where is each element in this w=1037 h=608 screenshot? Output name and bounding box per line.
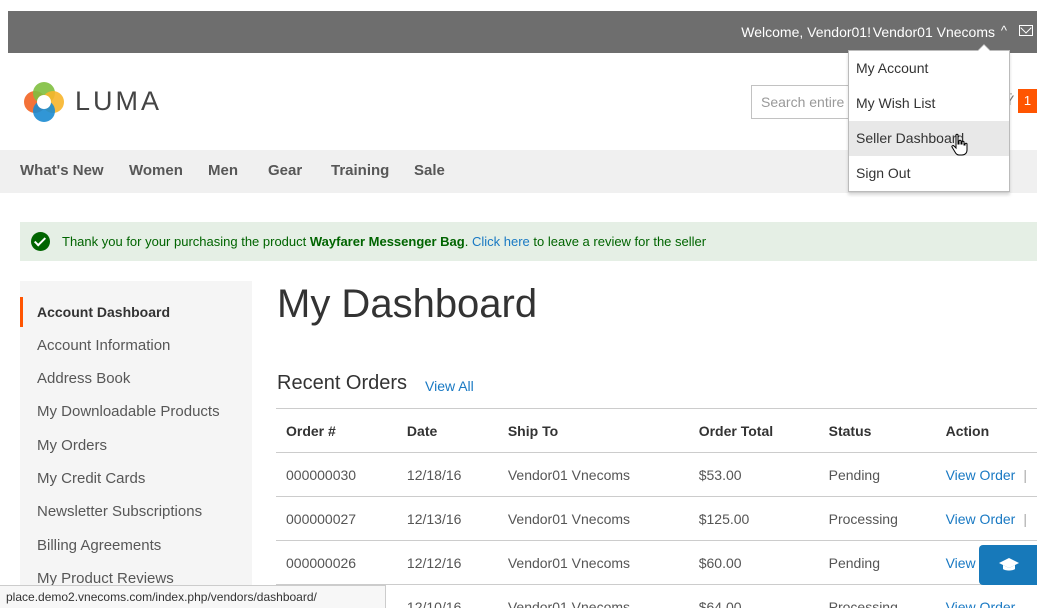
sidebar-item-newsletter[interactable]: Newsletter Subscriptions (37, 503, 202, 520)
sidebar-item-address-book[interactable]: Address Book (37, 370, 130, 387)
review-link[interactable]: Click here (472, 234, 530, 249)
order-date: 12/12/16 (396, 540, 498, 585)
nav-item-men[interactable]: Men (208, 162, 238, 179)
table-row: 000000030 12/18/16 Vendor01 Vnecoms $53.… (276, 452, 1037, 497)
recent-orders-table: Order # Date Ship To Order Total Status … (276, 408, 1037, 608)
view-order-link[interactable]: View (946, 555, 976, 571)
sidebar-item-downloadable-products[interactable]: My Downloadable Products (37, 403, 220, 420)
order-status: Processing (818, 496, 936, 541)
order-ship-to: Vendor01 Vnecoms (497, 540, 689, 585)
order-ship-to: Vendor01 Vnecoms (497, 496, 689, 541)
table-row: 000000026 12/12/16 Vendor01 Vnecoms $60.… (276, 540, 1037, 585)
order-date: 12/10/16 (396, 584, 498, 608)
browser-status-bar-url: place.demo2.vnecoms.com/index.php/vendor… (0, 585, 386, 608)
search-input[interactable]: Search entire s (751, 85, 853, 119)
order-date: 12/13/16 (396, 496, 498, 541)
message-text: Thank you for your purchasing the produc… (62, 234, 707, 249)
order-number: 000000026 (276, 540, 397, 585)
column-header-status: Status (818, 408, 936, 453)
order-number: 000000030 (276, 452, 397, 497)
nav-item-training[interactable]: Training (331, 162, 389, 179)
order-status: Pending (818, 540, 936, 585)
order-date: 12/18/16 (396, 452, 498, 497)
menu-item-sign-out[interactable]: Sign Out (849, 156, 1009, 191)
top-header-bar: Welcome, Vendor01! Vendor01 Vnecoms ^ (8, 11, 1037, 53)
account-dropdown-menu: My Account My Wish List Seller Dashboard… (848, 44, 1010, 192)
page-title: My Dashboard (277, 282, 538, 326)
message-product-name: Wayfarer Messenger Bag (309, 234, 465, 249)
chevron-up-icon[interactable]: ^ (1001, 23, 1007, 38)
menu-item-seller-dashboard[interactable]: Seller Dashboard (849, 121, 1009, 156)
help-button[interactable] (979, 545, 1037, 585)
column-header-action: Action (935, 408, 1037, 453)
column-header-order-total: Order Total (688, 408, 819, 453)
nav-item-whats-new[interactable]: What's New (20, 162, 104, 179)
recent-orders-title: Recent Orders (277, 372, 408, 394)
order-number: 000000027 (276, 496, 397, 541)
graduation-cap-icon (999, 558, 1019, 571)
menu-item-my-wish-list[interactable]: My Wish List (849, 86, 1009, 121)
view-order-link[interactable]: View Order (946, 511, 1016, 527)
column-header-order: Order # (276, 408, 397, 453)
order-status: Processing (818, 584, 936, 608)
view-order-link[interactable]: View Order (946, 599, 1016, 608)
order-total: $60.00 (688, 540, 819, 585)
nav-item-women[interactable]: Women (129, 162, 183, 179)
order-total: $53.00 (688, 452, 819, 497)
column-header-ship-to: Ship To (497, 408, 689, 453)
hand-cursor-icon (951, 133, 968, 156)
sidebar-item-account-information[interactable]: Account Information (37, 337, 170, 354)
success-message: Thank you for your purchasing the produc… (20, 222, 1037, 261)
view-all-link[interactable]: View All (425, 378, 474, 394)
order-action-cell: View Order (935, 584, 1037, 608)
table-row: 12/10/16 Vendor01 Vnecoms $64.00 Process… (276, 584, 1037, 608)
order-status: Pending (818, 452, 936, 497)
luma-logo-icon[interactable] (24, 82, 64, 122)
order-total: $125.00 (688, 496, 819, 541)
sidebar-item-credit-cards[interactable]: My Credit Cards (37, 470, 145, 487)
order-action-cell: View Order | (935, 452, 1037, 497)
sidebar-item-billing-agreements[interactable]: Billing Agreements (37, 537, 161, 554)
order-ship-to: Vendor01 Vnecoms (497, 584, 689, 608)
sidebar-item-account-dashboard[interactable]: Account Dashboard (37, 304, 170, 320)
sidebar-item-my-orders[interactable]: My Orders (37, 437, 107, 454)
view-order-link[interactable]: View Order (946, 467, 1016, 483)
order-action-cell: View Order | (935, 496, 1037, 541)
column-header-date: Date (396, 408, 498, 453)
nav-item-gear[interactable]: Gear (268, 162, 302, 179)
table-header-row: Order # Date Ship To Order Total Status … (276, 408, 1037, 453)
order-ship-to: Vendor01 Vnecoms (497, 452, 689, 497)
active-indicator (20, 297, 23, 327)
welcome-message: Welcome, Vendor01! (741, 24, 871, 40)
checkmark-icon (31, 232, 50, 251)
account-sidebar: Account Dashboard Account Information Ad… (20, 281, 252, 608)
brand-name[interactable]: LUMA (75, 86, 162, 117)
cart-count-badge[interactable]: 1 (1018, 89, 1037, 113)
order-total: $64.00 (688, 584, 819, 608)
mail-icon[interactable] (1019, 25, 1033, 36)
menu-item-my-account[interactable]: My Account (849, 51, 1009, 86)
account-menu-toggle[interactable]: Vendor01 Vnecoms (873, 24, 995, 40)
nav-item-sale[interactable]: Sale (414, 162, 445, 179)
table-row: 000000027 12/13/16 Vendor01 Vnecoms $125… (276, 496, 1037, 541)
